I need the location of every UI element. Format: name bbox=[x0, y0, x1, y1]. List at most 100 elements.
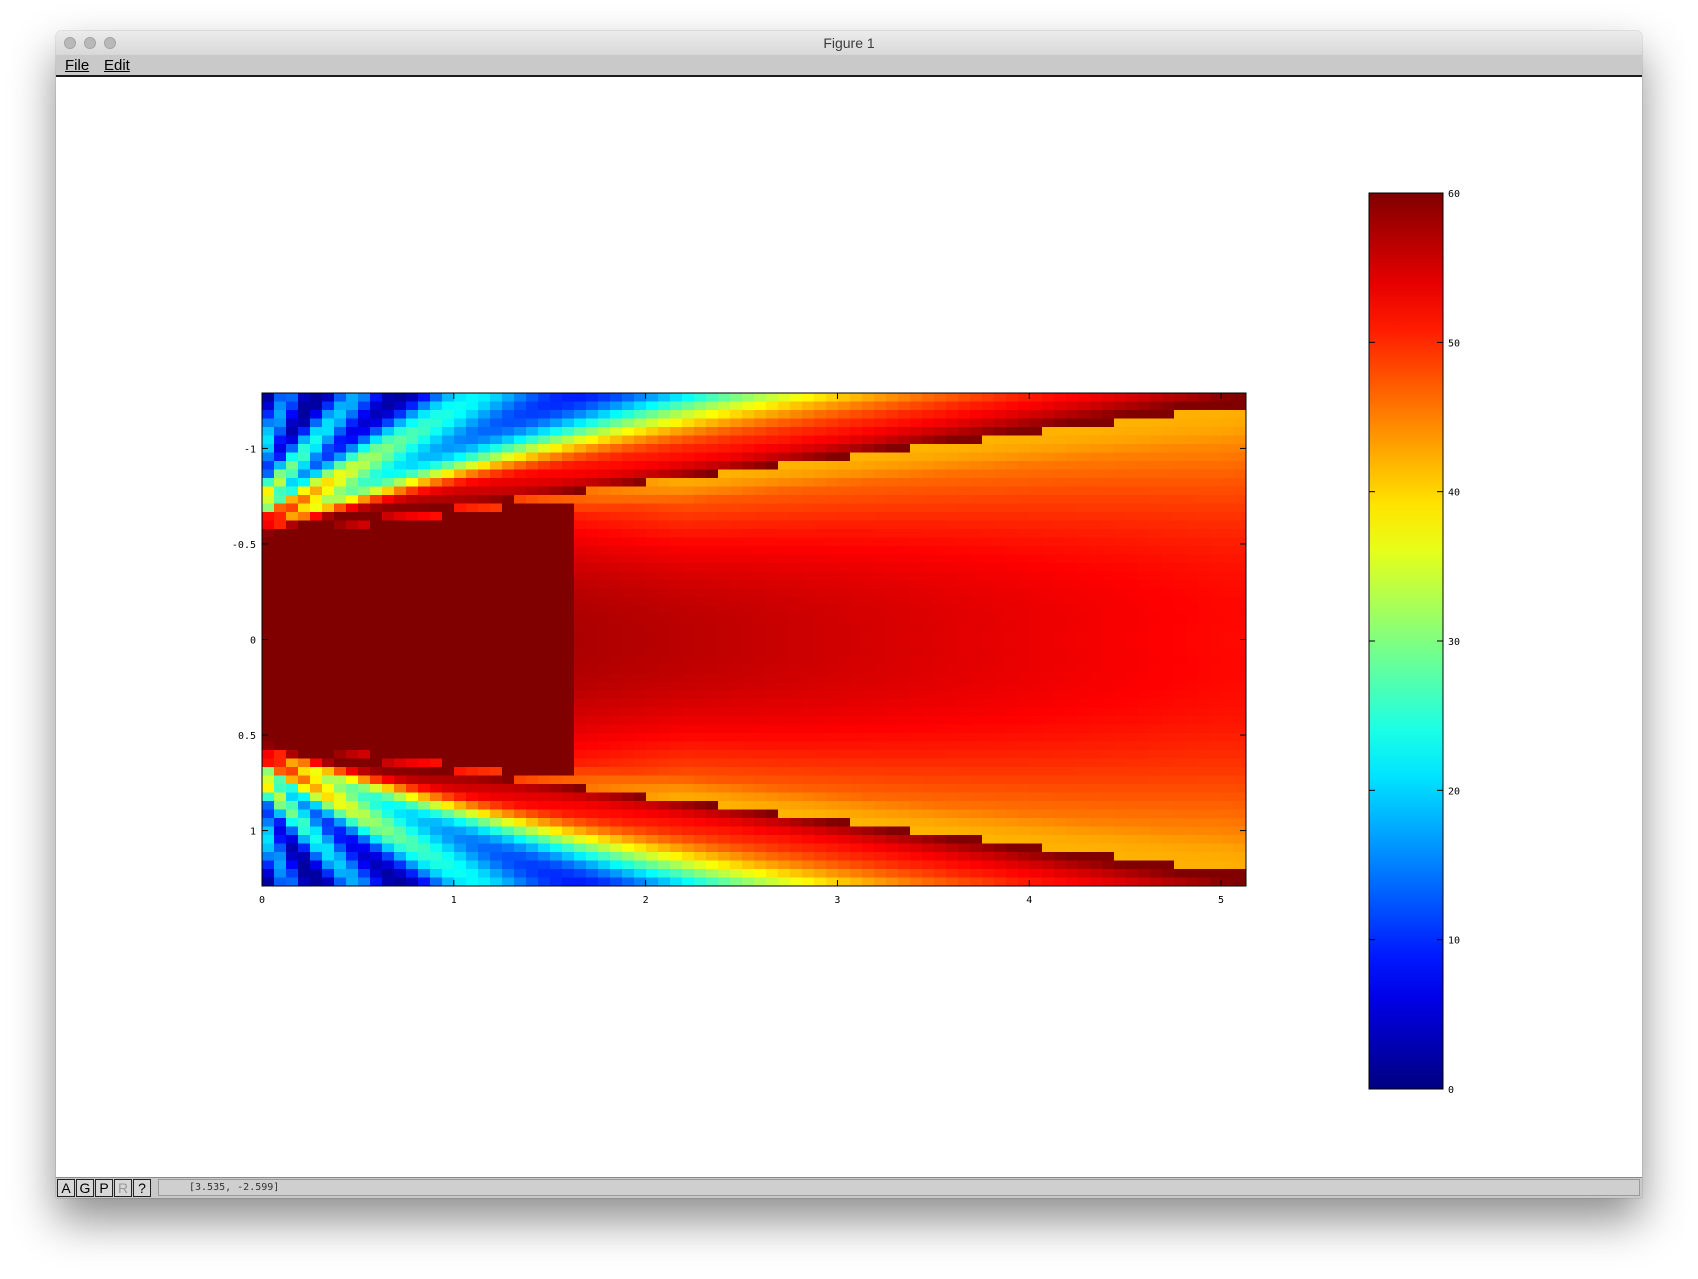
heatmap-cell bbox=[694, 716, 707, 726]
heatmap-cell bbox=[430, 520, 443, 530]
menu-edit[interactable]: Edit bbox=[104, 57, 130, 74]
heatmap-cell bbox=[310, 563, 323, 573]
heatmap-cell bbox=[1138, 835, 1151, 845]
heatmap-cell bbox=[838, 750, 851, 760]
autoscale-button[interactable]: A bbox=[57, 1179, 75, 1197]
menu-file[interactable]: File bbox=[65, 57, 89, 74]
figure-canvas[interactable]: 012345 -1 -0.5 0 0.5 1 0 10 20 30 40 50 60 bbox=[56, 77, 1642, 1198]
heatmap-cell bbox=[658, 767, 671, 777]
heatmap-cell bbox=[910, 699, 923, 709]
heatmap-cell bbox=[346, 741, 359, 751]
heatmap-cell bbox=[790, 741, 803, 751]
heatmap-cell bbox=[562, 512, 575, 522]
heatmap-cell bbox=[1054, 571, 1067, 581]
heatmap-cell bbox=[970, 452, 983, 462]
heatmap-cell bbox=[730, 478, 743, 488]
heatmap-cell bbox=[442, 622, 455, 632]
heatmap-cell bbox=[1222, 699, 1235, 709]
heatmap-cell bbox=[790, 478, 803, 488]
heatmap-cell bbox=[910, 520, 923, 530]
heatmap-cell bbox=[898, 826, 911, 836]
heatmap-cell bbox=[802, 435, 815, 445]
heatmap-cell bbox=[274, 648, 287, 658]
heatmap-cell bbox=[586, 682, 599, 692]
heatmap-cell bbox=[310, 741, 323, 751]
heatmap-cell bbox=[550, 826, 563, 836]
heatmap-cell bbox=[658, 512, 671, 522]
heatmap-cell bbox=[502, 818, 515, 828]
heatmap-cell bbox=[826, 486, 839, 496]
heatmap-cell bbox=[718, 418, 731, 428]
heatmap-cell bbox=[982, 818, 995, 828]
heatmap-cell bbox=[1090, 716, 1103, 726]
heatmap-cell bbox=[1066, 860, 1079, 870]
heatmap-cell bbox=[970, 860, 983, 870]
heatmap-cell bbox=[754, 469, 767, 479]
grid-toggle-button[interactable]: G bbox=[76, 1179, 94, 1197]
heatmap-cell bbox=[898, 775, 911, 785]
heatmap-cell bbox=[670, 741, 683, 751]
heatmap-cell bbox=[358, 461, 371, 471]
heatmap-cell bbox=[670, 478, 683, 488]
heatmap-cell bbox=[886, 852, 899, 862]
heatmap-cell bbox=[574, 843, 587, 853]
heatmap-cell bbox=[598, 784, 611, 794]
heatmap-cell bbox=[514, 537, 527, 547]
heatmap-cell bbox=[1042, 444, 1055, 454]
heatmap-cell bbox=[1102, 495, 1115, 505]
heatmap-cell bbox=[886, 546, 899, 556]
heatmap-cell bbox=[1222, 461, 1235, 471]
heatmap-cell bbox=[922, 877, 935, 886]
heatmap-cell bbox=[754, 818, 767, 828]
heatmap-cell bbox=[790, 580, 803, 590]
heatmap-cell bbox=[478, 520, 491, 530]
heatmap-cell bbox=[706, 682, 719, 692]
heatmap-cell bbox=[1234, 852, 1246, 862]
heatmap-cell bbox=[922, 452, 935, 462]
heatmap-cell bbox=[862, 393, 875, 403]
heatmap-cell bbox=[982, 537, 995, 547]
heatmap-cell bbox=[994, 495, 1007, 505]
heatmap-cell bbox=[742, 733, 755, 743]
rotate-button[interactable]: R bbox=[114, 1179, 132, 1197]
heatmap-cell bbox=[286, 869, 299, 879]
pan-zoom-button[interactable]: P bbox=[95, 1179, 113, 1197]
heatmap-cell bbox=[454, 554, 467, 564]
heatmap-cell bbox=[286, 665, 299, 675]
heatmap-cell bbox=[1138, 588, 1151, 598]
title-bar: Figure 1 bbox=[56, 31, 1642, 56]
heatmap-cell bbox=[526, 495, 539, 505]
heatmap-cell bbox=[838, 401, 851, 411]
heatmap-cell bbox=[970, 503, 983, 513]
heatmap-cell bbox=[598, 461, 611, 471]
heatmap-cell bbox=[958, 614, 971, 624]
heatmap-cell bbox=[1030, 452, 1043, 462]
heatmap-cell bbox=[1078, 877, 1091, 886]
heatmap-cell bbox=[694, 512, 707, 522]
heatmap-cell bbox=[682, 869, 695, 879]
help-button[interactable]: ? bbox=[133, 1179, 151, 1197]
heatmap-cell bbox=[1054, 427, 1067, 437]
heatmap-cell bbox=[886, 469, 899, 479]
heatmap-cell bbox=[994, 869, 1007, 879]
heatmap-cell bbox=[742, 537, 755, 547]
heatmap-cell bbox=[670, 639, 683, 649]
heatmap-cell bbox=[418, 775, 431, 785]
heatmap-cell bbox=[274, 682, 287, 692]
heatmap-cell bbox=[1210, 622, 1223, 632]
heatmap-cell bbox=[562, 716, 575, 726]
heatmap-cell bbox=[994, 401, 1007, 411]
heatmap-cell bbox=[1198, 792, 1211, 802]
heatmap-cell bbox=[802, 461, 815, 471]
heatmap-cell bbox=[646, 716, 659, 726]
heatmap-cell bbox=[454, 784, 467, 794]
plot-svg[interactable]: 012345 -1-0.500.51 0102030405060 bbox=[56, 77, 1642, 1188]
heatmap-cell bbox=[886, 486, 899, 496]
heatmap-cell bbox=[910, 614, 923, 624]
heatmap-cell bbox=[1114, 461, 1127, 471]
heatmap-cell bbox=[910, 869, 923, 879]
heatmap-cell bbox=[418, 495, 431, 505]
heatmap-cell bbox=[1054, 843, 1067, 853]
heatmap-cell bbox=[1198, 775, 1211, 785]
heatmap-cell bbox=[1138, 818, 1151, 828]
